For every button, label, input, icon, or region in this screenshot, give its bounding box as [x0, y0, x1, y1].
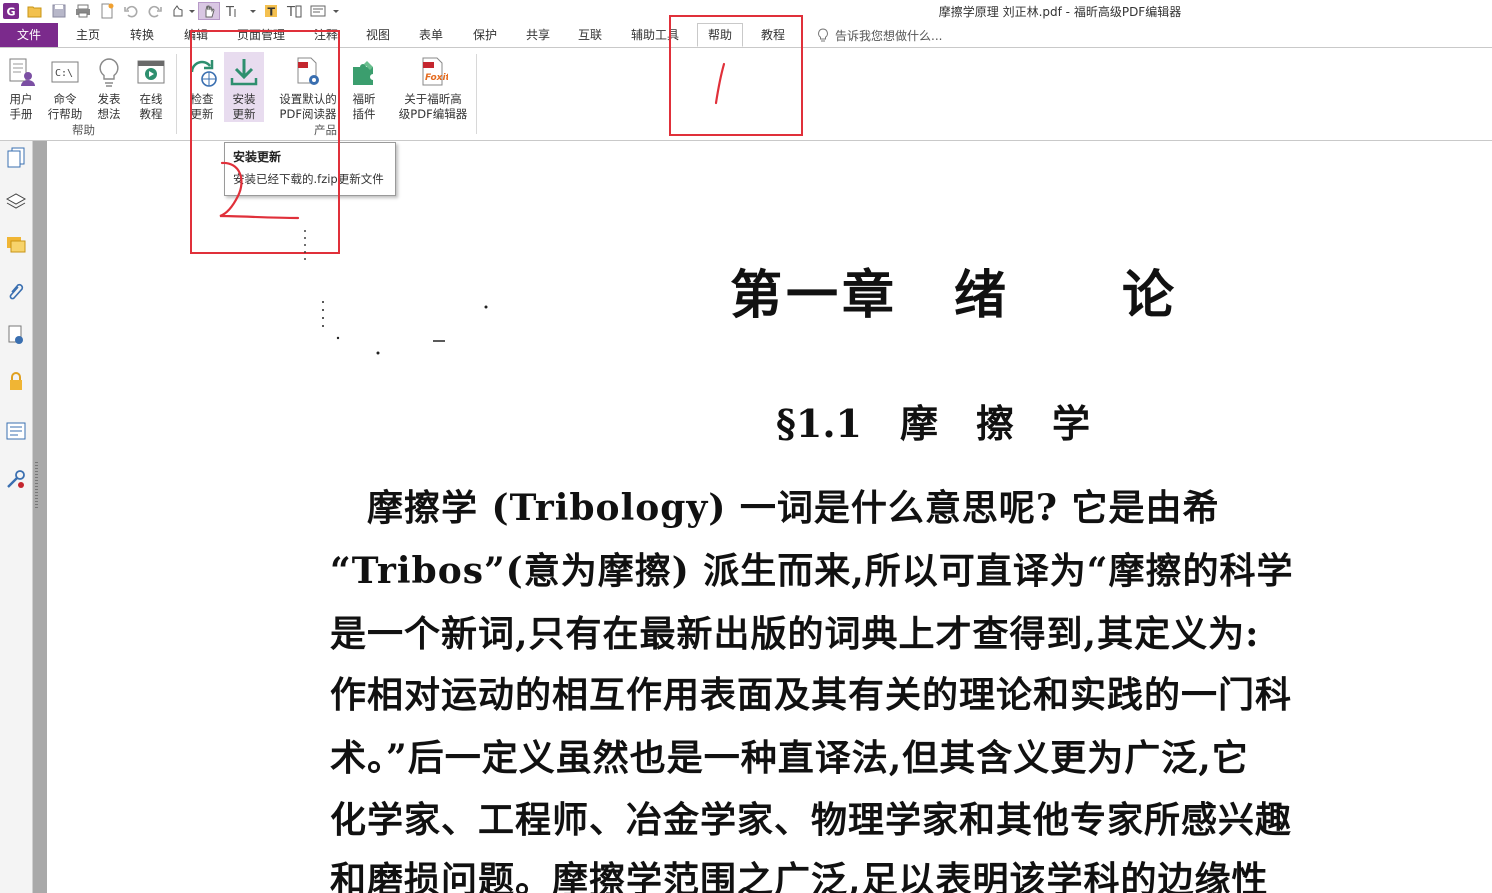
- svg-text:C:\: C:\: [55, 68, 73, 79]
- paragraph-line: 作相对运动的相互作用表面及其有关的理论和实践的一门科: [330, 674, 1293, 716]
- annotation-box-install-update: [190, 30, 340, 254]
- tab-share[interactable]: 共享: [518, 23, 558, 47]
- tab-protect[interactable]: 保护: [465, 23, 505, 47]
- lightbulb-idea-icon: [99, 58, 119, 87]
- paragraph-line: 摩擦学 (Tribology) 一词是什么意思呢? 它是由希: [330, 487, 1220, 529]
- tab-connect[interactable]: 互联: [570, 23, 610, 47]
- panel-splitter[interactable]: [33, 141, 47, 893]
- group-separator: [176, 54, 177, 134]
- tab-file[interactable]: 文件: [0, 23, 58, 47]
- signature-icon[interactable]: [4, 323, 28, 347]
- app-logo-icon: G: [2, 2, 20, 20]
- annotation-box-help-tab: [669, 15, 803, 136]
- command-line-icon: C:\: [51, 61, 79, 83]
- foxit-plugins-button[interactable]: 福昕 插件: [346, 52, 382, 122]
- content-panel-icon[interactable]: [4, 419, 28, 443]
- textbox-icon[interactable]: T: [284, 2, 304, 20]
- open-folder-icon[interactable]: [26, 2, 44, 20]
- tell-me-placeholder: 告诉我您想做什么...: [835, 28, 943, 43]
- typewriter-icon[interactable]: T: [262, 2, 280, 20]
- print-icon[interactable]: [74, 2, 92, 20]
- new-document-icon[interactable]: [98, 2, 116, 20]
- online-tutorial-button[interactable]: 在线 教程: [134, 52, 168, 122]
- lightbulb-icon: [818, 27, 828, 41]
- send-feedback-button[interactable]: 发表 想法: [92, 52, 126, 122]
- undo-icon[interactable]: [122, 2, 140, 20]
- tab-home[interactable]: 主页: [68, 23, 108, 47]
- hand-tool-icon[interactable]: [198, 2, 220, 20]
- video-play-icon: [137, 60, 165, 84]
- command-line-help-button[interactable]: C:\ 命令 行帮助: [44, 52, 86, 122]
- comments-icon[interactable]: [4, 233, 28, 257]
- about-foxit-button[interactable]: Foxit 关于福昕高 级PDF编辑器: [396, 52, 470, 122]
- help-group-label: 帮助: [72, 123, 95, 137]
- svg-text:T: T: [268, 6, 276, 19]
- touchup-tool-icon[interactable]: [170, 2, 196, 20]
- paragraph-line: 和磨损问题。摩擦学范围之广泛,足以表明该学科的边缘性: [330, 859, 1269, 893]
- svg-text:G: G: [7, 6, 16, 19]
- security-lock-icon[interactable]: [4, 369, 28, 393]
- tell-me-search[interactable]: 告诉我您想做什么...: [817, 23, 942, 47]
- save-icon[interactable]: [50, 2, 68, 20]
- window-title: 摩擦学原理 刘正林.pdf - 福昕高级PDF编辑器: [938, 5, 1182, 19]
- pages-thumbnail-icon[interactable]: [4, 145, 28, 169]
- puzzle-plugin-icon: [353, 61, 373, 85]
- layers-icon[interactable]: [4, 189, 28, 213]
- user-manual-icon: [9, 58, 35, 86]
- tab-form[interactable]: 表单: [411, 23, 451, 47]
- foxit-logo-icon: Foxit: [422, 57, 448, 86]
- paragraph-line: 是一个新词,只有在最新出版的词典上才查得到,其定义为:: [330, 613, 1260, 655]
- paragraph-line: 术。”后一定义虽然也是一种直译法,但其含义更为广泛,它: [330, 737, 1249, 779]
- svg-text:T: T: [225, 5, 234, 18]
- group-separator: [476, 54, 477, 134]
- paragraph-line: “Tribos”(意为摩擦) 派生而来,所以可直译为“摩擦的科学: [330, 550, 1294, 592]
- svg-text:Foxit: Foxit: [425, 73, 448, 83]
- user-manual-button[interactable]: 用户 手册: [4, 52, 38, 122]
- select-text-icon[interactable]: T: [224, 2, 258, 20]
- chapter-title: 第一章 绪 论: [730, 265, 1179, 326]
- attachment-icon[interactable]: [4, 279, 28, 303]
- accessibility-tool-icon[interactable]: [4, 467, 28, 491]
- splitter-grip-icon[interactable]: [35, 462, 38, 510]
- redo-icon[interactable]: [146, 2, 164, 20]
- paragraph-line: 化学家、工程师、冶金学家、物理学家和其他专家所感兴趣: [330, 799, 1293, 841]
- navigation-panel: [0, 141, 33, 893]
- section-title: §1.1 摩 擦 学: [776, 401, 1090, 446]
- tab-view[interactable]: 视图: [358, 23, 398, 47]
- form-field-icon[interactable]: [308, 2, 342, 20]
- svg-text:T: T: [286, 5, 295, 18]
- tab-convert[interactable]: 转换: [122, 23, 162, 47]
